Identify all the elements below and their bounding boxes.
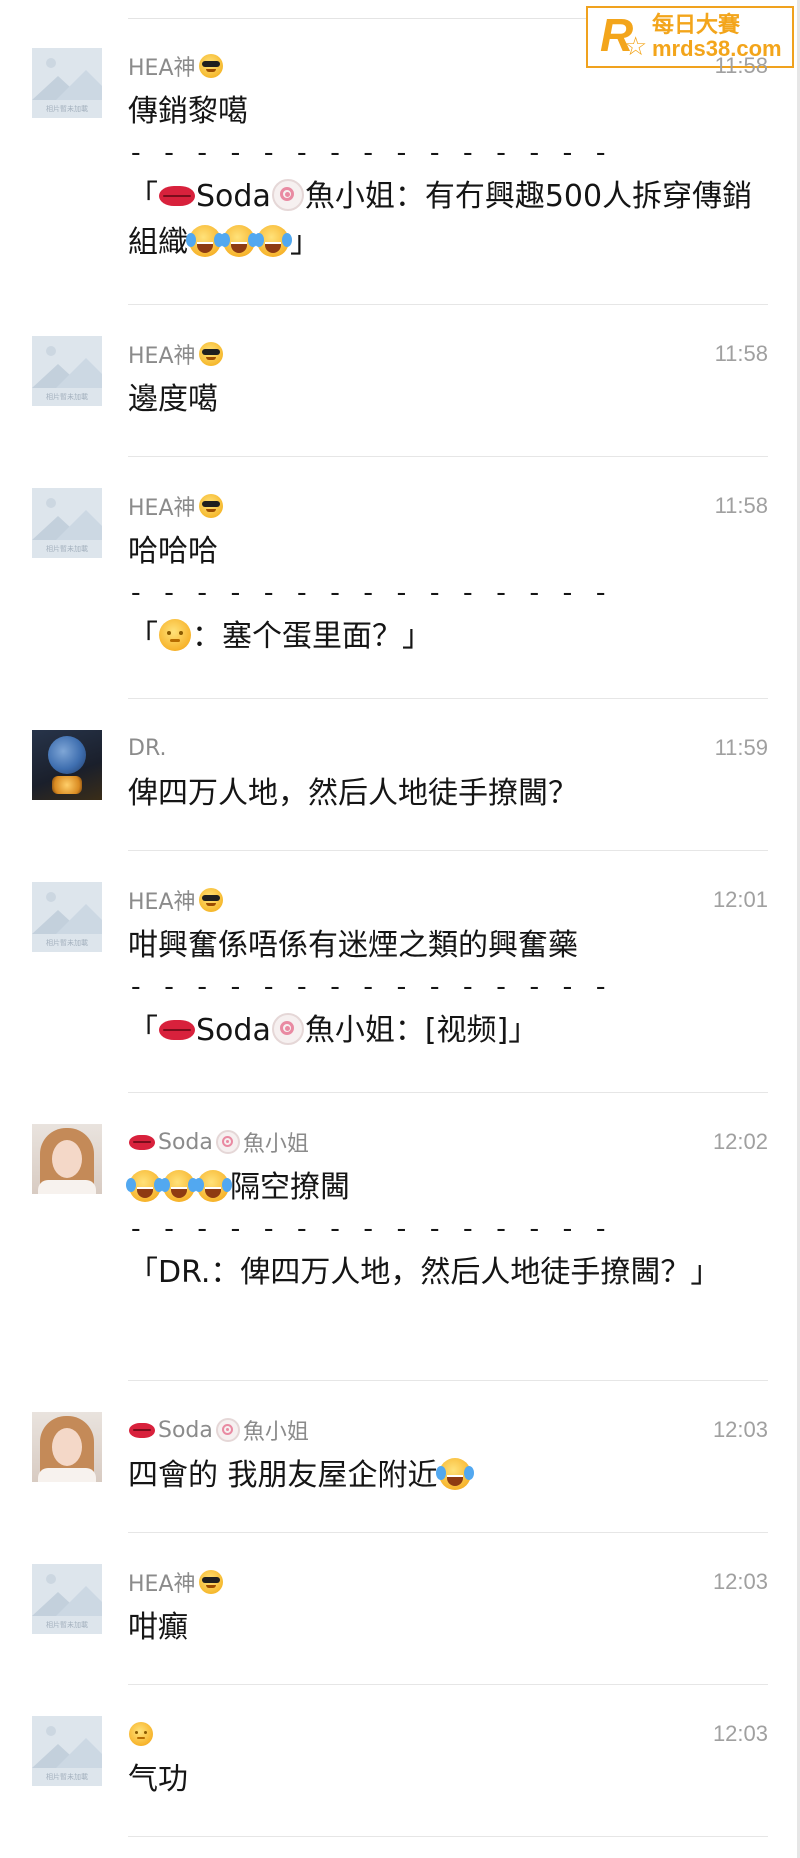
sender-name[interactable]: Soda 魚小姐 (128, 1414, 309, 1446)
message-divider (128, 1092, 768, 1093)
face-with-tears-of-joy-icon (435, 1458, 471, 1490)
avatar-placeholder-caption: 相片暫未加載 (46, 545, 88, 553)
fish-cake-icon (215, 1130, 240, 1154)
face-with-tears-of-joy-icon (186, 225, 221, 257)
quoted-message[interactable]: 「：塞个蛋里面？」 (128, 614, 768, 660)
sunglasses-face-icon (198, 54, 223, 78)
quote-separator: - - - - - - - - - - - - - - - (128, 139, 610, 169)
message-time: 11:58 (714, 493, 768, 518)
message-time: 11:58 (714, 53, 768, 78)
fish-cake-icon (271, 179, 304, 211)
avatar[interactable]: 相片暫未加載 (32, 336, 102, 406)
message-divider (128, 1380, 768, 1381)
sender-name[interactable]: Soda 魚小姐 (128, 1126, 309, 1158)
avatar-placeholder-caption: 相片暫未加載 (46, 939, 88, 947)
message-text: 邊度噶 (128, 382, 218, 417)
lips-icon (159, 1020, 195, 1040)
sunglasses-face-icon (198, 1570, 223, 1594)
message-time: 12:02 (712, 1129, 768, 1154)
avatar[interactable] (32, 1124, 102, 1194)
message-text: 咁興奮係唔係有迷煙之類的興奮藥 (128, 928, 578, 963)
quoted-message[interactable]: 「Soda 魚小姐：[视频]」 (128, 1008, 768, 1054)
message-text: 气功 (128, 1762, 188, 1797)
message-time: 12:03 (712, 1569, 768, 1594)
quoted-message[interactable]: 「DR.：俾四万人地，然后人地徒手撩閪？」 (128, 1250, 768, 1296)
message-text: 咁癲 (128, 1610, 188, 1645)
avatar[interactable]: 相片暫未加載 (32, 1716, 102, 1786)
message-divider (128, 1684, 768, 1685)
message-divider (128, 698, 768, 699)
sender-name[interactable]: HEA神 (128, 1566, 224, 1598)
quote-separator: - - - - - - - - - - - - - - - (128, 973, 610, 1003)
sender-name[interactable]: DR. (128, 736, 166, 761)
message-divider (128, 456, 768, 457)
lips-icon (129, 1422, 155, 1438)
avatar-placeholder-caption: 相片暫未加載 (46, 393, 88, 401)
avatar-placeholder-caption: 相片暫未加載 (46, 1773, 88, 1781)
quoted-message[interactable]: 「Soda 魚小姐：有冇興趣500人拆穿傳銷組織」 (128, 174, 768, 266)
sun-face-icon (159, 619, 191, 651)
sunglasses-face-icon (198, 342, 223, 366)
sender-name[interactable]: HEA神 (128, 338, 224, 370)
message-text: 四會的 我朋友屋企附近 (128, 1454, 768, 1498)
sender-name[interactable]: HEA神 (128, 884, 224, 916)
message-text: 傳銷黎噶 (128, 94, 248, 129)
lips-icon (159, 186, 195, 206)
avatar[interactable]: 相片暫未加載 (32, 48, 102, 118)
sender-name[interactable] (128, 1722, 154, 1746)
avatar[interactable] (32, 1412, 102, 1482)
quote-separator: - - - - - - - - - - - - - - - (128, 1215, 610, 1245)
sun-face-icon (129, 1722, 153, 1746)
face-with-tears-of-joy-icon (160, 1170, 195, 1202)
avatar[interactable]: 相片暫未加載 (32, 1564, 102, 1634)
quote-separator: - - - - - - - - - - - - - - - (128, 579, 610, 609)
avatar-placeholder-caption: 相片暫未加載 (46, 105, 88, 113)
message-time: 11:59 (714, 735, 768, 760)
message-time: 12:03 (712, 1721, 768, 1746)
message-text: 哈哈哈 (128, 534, 218, 569)
message-divider (128, 304, 768, 305)
message-text: 俾四万人地，然后人地徒手撩閪？ (128, 776, 578, 811)
message-divider (128, 850, 768, 851)
message-divider (128, 1532, 768, 1533)
sender-name[interactable]: HEA神 (128, 50, 224, 82)
avatar[interactable]: 相片暫未加載 (32, 488, 102, 558)
avatar[interactable]: 相片暫未加載 (32, 882, 102, 952)
avatar-placeholder-caption: 相片暫未加載 (46, 1621, 88, 1629)
face-with-tears-of-joy-icon (220, 225, 255, 257)
watermark-cn: 每日大賽 (652, 12, 741, 38)
sender-name[interactable]: HEA神 (128, 490, 224, 522)
message-text: 隔空撩閪 (126, 1166, 768, 1210)
lips-icon (129, 1134, 155, 1150)
message-time: 12:01 (712, 887, 768, 912)
face-with-tears-of-joy-icon (194, 1170, 229, 1202)
face-with-tears-of-joy-icon (254, 225, 289, 257)
fish-cake-icon (215, 1418, 240, 1442)
sunglasses-face-icon (198, 494, 223, 518)
sunglasses-face-icon (198, 888, 223, 912)
message-divider (128, 1836, 768, 1837)
fish-cake-icon (271, 1013, 304, 1045)
message-time: 11:58 (714, 341, 768, 366)
face-with-tears-of-joy-icon (126, 1170, 161, 1202)
avatar[interactable] (32, 730, 102, 800)
message-time: 12:03 (712, 1417, 768, 1442)
